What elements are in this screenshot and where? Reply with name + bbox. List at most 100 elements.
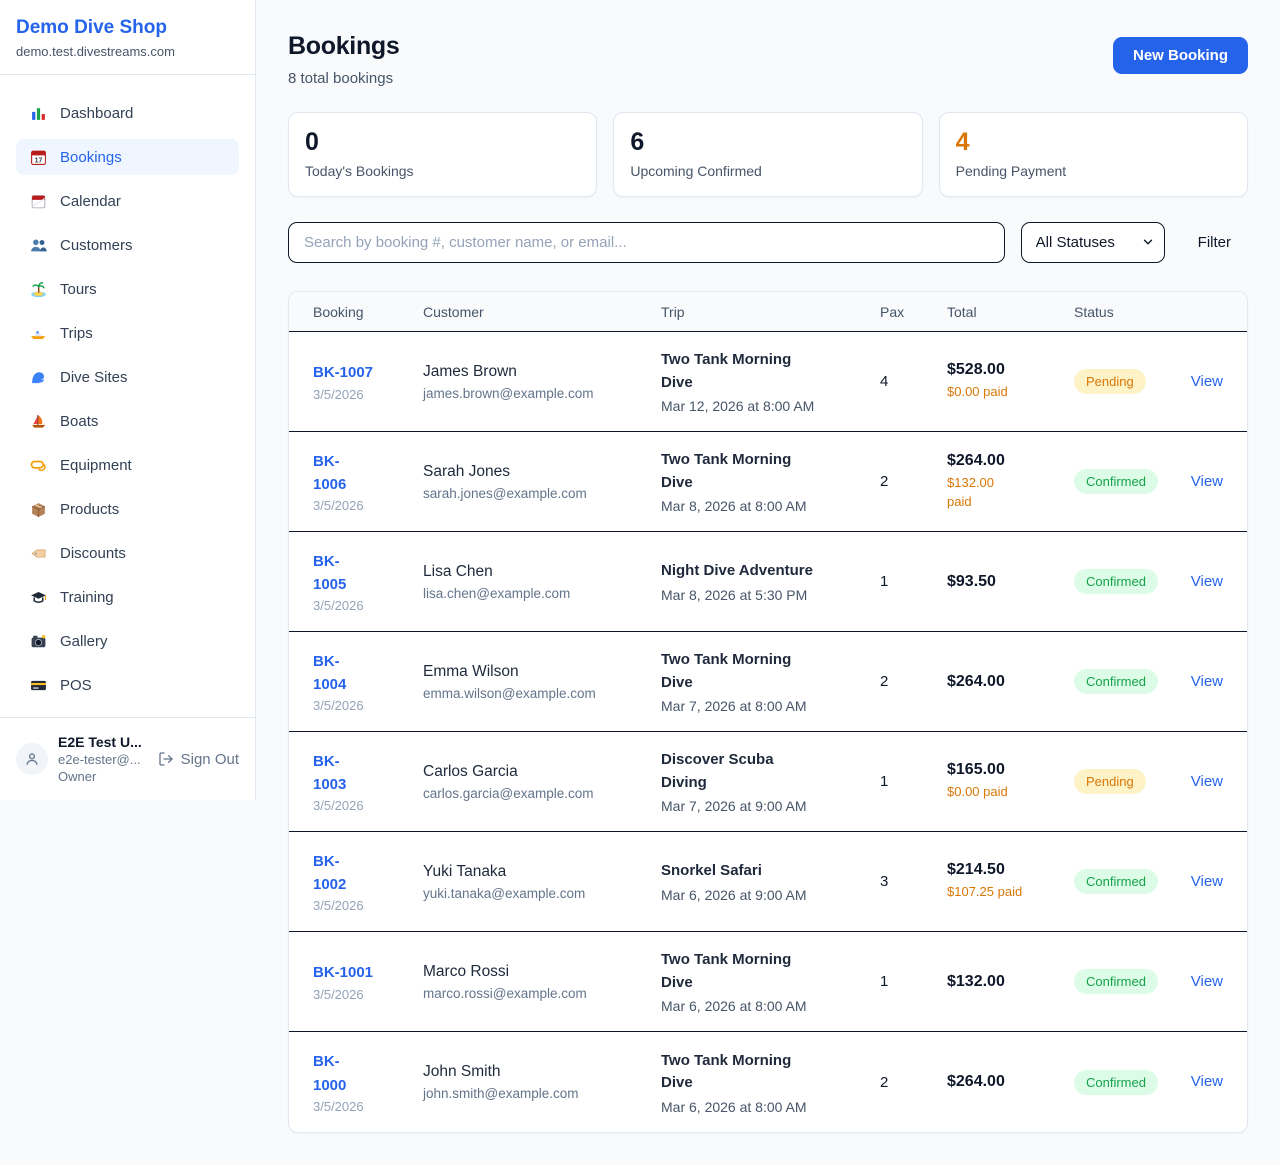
new-booking-button[interactable]: New Booking [1113, 37, 1248, 74]
status-badge: Confirmed [1074, 469, 1158, 494]
column-header-total: Total [947, 304, 1074, 320]
sidebar-item-equipment[interactable]: Equipment [16, 447, 239, 483]
booking-number-link[interactable]: BK-1002 [313, 850, 346, 897]
trip-name: Two Tank MorningDive [661, 1050, 880, 1095]
total-amount: $214.50 [947, 861, 1074, 879]
paid-amount: $107.25 paid [947, 883, 1074, 901]
sidebar-item-bookings[interactable]: 17 Bookings [16, 139, 239, 175]
sidebar-item-label: POS [60, 677, 92, 694]
trip-name: Night Dive Adventure [661, 560, 880, 583]
trip-datetime: Mar 12, 2026 at 8:00 AM [661, 398, 880, 414]
trip-name: Discover ScubaDiving [661, 749, 880, 794]
booking-date: 3/5/2026 [313, 798, 423, 813]
brand-name: Demo Dive Shop [16, 17, 239, 39]
booking-number-link[interactable]: BK-1004 [313, 650, 346, 697]
table-row: BK-1002 3/5/2026 Yuki Tanaka yuki.tanaka… [289, 832, 1247, 932]
customer-name: Carlos Garcia [423, 763, 661, 781]
customer-name: John Smith [423, 1063, 661, 1081]
sidebar-item-calendar[interactable]: Calendar [16, 183, 239, 219]
table-row: BK-1003 3/5/2026 Carlos Garcia carlos.ga… [289, 732, 1247, 832]
customer-email: sarah.jones@example.com [423, 486, 661, 501]
column-header-pax: Pax [880, 304, 947, 320]
sidebar-item-pos[interactable]: POS [16, 667, 239, 703]
sidebar-item-training[interactable]: Training [16, 579, 239, 615]
total-amount: $264.00 [947, 452, 1074, 470]
status-badge: Pending [1074, 769, 1146, 794]
customer-email: yuki.tanaka@example.com [423, 886, 661, 901]
customer-email: marco.rossi@example.com [423, 986, 661, 1001]
total-amount: $264.00 [947, 673, 1074, 691]
sidebar-item-label: Gallery [60, 633, 108, 650]
status-filter-select[interactable]: All Statuses [1021, 222, 1165, 263]
sidebar-item-dive-sites[interactable]: Dive Sites [16, 359, 239, 395]
stat-value: 4 [956, 128, 1231, 157]
sidebar-item-label: Customers [60, 237, 133, 254]
sidebar-item-gallery[interactable]: Gallery [16, 623, 239, 659]
booking-number-link[interactable]: BK-1003 [313, 750, 346, 797]
trip-name: Two Tank MorningDive [661, 649, 880, 694]
customer-name: Lisa Chen [423, 563, 661, 581]
sidebar-item-dashboard[interactable]: Dashboard [16, 95, 239, 131]
people-icon [28, 237, 48, 254]
trip-name: Two Tank MorningDive [661, 949, 880, 994]
search-input[interactable] [288, 222, 1005, 263]
sidebar-item-products[interactable]: Products [16, 491, 239, 527]
view-link[interactable]: View [1191, 473, 1223, 490]
calendar-icon [28, 193, 48, 210]
sidebar-item-discounts[interactable]: Discounts [16, 535, 239, 571]
customer-name: James Brown [423, 363, 661, 381]
status-badge: Confirmed [1074, 569, 1158, 594]
brand-domain: demo.test.divestreams.com [16, 44, 239, 59]
trip-name: Two Tank MorningDive [661, 349, 880, 394]
camera-icon [28, 633, 48, 650]
user-info: E2E Test U... e2e-tester@... Owner [58, 734, 148, 784]
sign-out-button[interactable]: Sign Out [158, 751, 239, 768]
view-link[interactable]: View [1191, 373, 1223, 390]
customer-name: Emma Wilson [423, 663, 661, 681]
column-header-customer: Customer [423, 304, 661, 320]
stat-label: Today's Bookings [305, 163, 580, 179]
customer-email: john.smith@example.com [423, 1086, 661, 1101]
view-link[interactable]: View [1191, 873, 1223, 890]
pax-count: 2 [880, 473, 947, 490]
sidebar-item-boats[interactable]: Boats [16, 403, 239, 439]
customer-email: emma.wilson@example.com [423, 686, 661, 701]
booking-number-link[interactable]: BK-1006 [313, 450, 346, 497]
table-row: BK-1004 3/5/2026 Emma Wilson emma.wilson… [289, 632, 1247, 732]
trip-datetime: Mar 7, 2026 at 9:00 AM [661, 798, 880, 814]
main-content: Bookings 8 total bookings New Booking 0 … [256, 0, 1280, 1165]
total-amount: $93.50 [947, 573, 1074, 591]
booking-number-link[interactable]: BK-1005 [313, 550, 346, 597]
stat-label: Upcoming Confirmed [630, 163, 905, 179]
sidebar-item-customers[interactable]: Customers [16, 227, 239, 263]
calendar-date-icon: 17 [28, 149, 48, 166]
sailboat-icon [28, 413, 48, 430]
customer-name: Sarah Jones [423, 463, 661, 481]
stat-card-pending-payment: 4 Pending Payment [939, 112, 1248, 197]
view-link[interactable]: View [1191, 673, 1223, 690]
booking-number-link[interactable]: BK-1000 [313, 1050, 346, 1097]
view-link[interactable]: View [1191, 1073, 1223, 1090]
filter-button[interactable]: Filter [1181, 234, 1248, 251]
booking-date: 3/5/2026 [313, 498, 423, 513]
table-row: BK-1007 3/5/2026 James Brown james.brown… [289, 332, 1247, 432]
pax-count: 4 [880, 373, 947, 390]
view-link[interactable]: View [1191, 773, 1223, 790]
table-row: BK-1000 3/5/2026 John Smith john.smith@e… [289, 1032, 1247, 1132]
sidebar-item-trips[interactable]: Trips [16, 315, 239, 351]
total-amount: $264.00 [947, 1073, 1074, 1091]
view-link[interactable]: View [1191, 973, 1223, 990]
user-role: Owner [58, 769, 148, 784]
booking-number-link[interactable]: BK-1007 [313, 361, 373, 384]
user-email: e2e-tester@... [58, 752, 148, 767]
pax-count: 1 [880, 573, 947, 590]
user-name: E2E Test U... [58, 734, 148, 750]
view-link[interactable]: View [1191, 573, 1223, 590]
booking-number-link[interactable]: BK-1001 [313, 961, 373, 984]
sidebar-item-label: Trips [60, 325, 93, 342]
sidebar-item-tours[interactable]: Tours [16, 271, 239, 307]
column-header-trip: Trip [661, 304, 880, 320]
page-subtitle: 8 total bookings [288, 70, 400, 87]
pax-count: 1 [880, 973, 947, 990]
trip-datetime: Mar 6, 2026 at 8:00 AM [661, 998, 880, 1014]
